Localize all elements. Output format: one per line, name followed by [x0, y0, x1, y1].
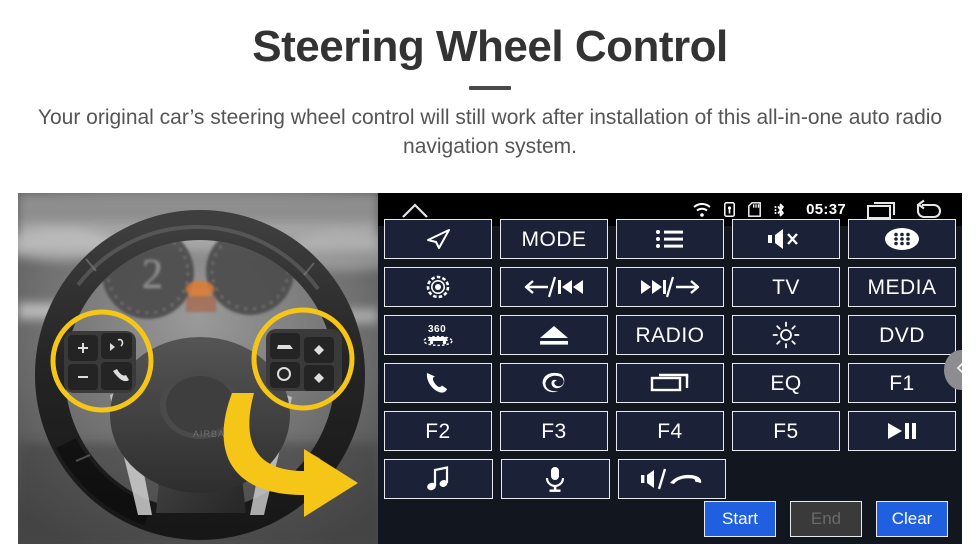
key-blank	[734, 459, 841, 499]
key-eq[interactable]: EQ	[732, 363, 840, 403]
microphone-icon	[543, 465, 567, 493]
svg-text:360: 360	[428, 324, 446, 335]
key-f3[interactable]: F3	[500, 411, 608, 451]
start-button[interactable]: Start	[704, 501, 776, 537]
window-icon	[649, 372, 691, 394]
swirl-icon	[539, 370, 569, 396]
key-f5[interactable]: F5	[732, 411, 840, 451]
key-label: F2	[425, 419, 451, 443]
brightness-icon	[772, 321, 800, 349]
play-pause-icon	[884, 420, 920, 442]
key-label: MODE	[521, 227, 587, 251]
key-radio[interactable]: RADIO	[616, 315, 724, 355]
key-media[interactable]: MEDIA	[848, 267, 956, 307]
end-button: End	[790, 501, 862, 537]
key-phone[interactable]	[384, 363, 492, 403]
next-track-forward-icon	[638, 276, 702, 298]
key-f2[interactable]: F2	[384, 411, 492, 451]
key-label: F4	[657, 419, 683, 443]
head-unit-panel: 05:37 MODE TV MEDIA 360 RADIO DVD EQ F1 …	[378, 193, 962, 544]
volume-hangup-icon	[639, 467, 705, 491]
key-f1[interactable]: F1	[848, 363, 956, 403]
key-swirl[interactable]	[500, 363, 608, 403]
recents-icon[interactable]	[865, 199, 899, 221]
list-icon	[655, 229, 685, 249]
swc-key-grid: MODE TV MEDIA 360 RADIO DVD EQ F1 F2 F3 …	[378, 219, 962, 507]
key-tv[interactable]: TV	[732, 267, 840, 307]
bluetooth-icon	[774, 202, 787, 218]
key-mute[interactable]	[732, 219, 840, 259]
wifi-icon	[693, 202, 711, 217]
key-apps[interactable]	[848, 219, 956, 259]
eject-icon	[537, 324, 571, 346]
usb-lock-icon	[724, 202, 736, 217]
home-icon[interactable]	[400, 200, 430, 220]
title-divider	[469, 86, 511, 91]
key-settings[interactable]	[384, 267, 492, 307]
music-note-icon	[424, 466, 452, 492]
key-blank	[849, 459, 956, 499]
header: Steering Wheel Control Your original car…	[0, 0, 980, 161]
action-bar: Start End Clear	[704, 501, 948, 537]
key-row: F2 F3 F4 F5	[384, 411, 956, 451]
key-volume-hangup[interactable]	[617, 459, 727, 499]
svg-text:2: 2	[142, 252, 163, 298]
key-row: 360 RADIO DVD	[384, 315, 956, 355]
key-camera-360[interactable]: 360	[384, 315, 492, 355]
key-list[interactable]	[616, 219, 724, 259]
key-row: EQ F1	[384, 363, 956, 403]
key-label: DVD	[879, 323, 925, 347]
settings-gear-icon	[425, 274, 451, 300]
key-mode[interactable]: MODE	[500, 219, 608, 259]
phone-icon	[423, 370, 453, 396]
key-label: RADIO	[635, 323, 705, 347]
key-row	[384, 459, 956, 499]
key-next-forward[interactable]	[616, 267, 724, 307]
key-play-pause[interactable]	[848, 411, 956, 451]
key-label: F3	[541, 419, 567, 443]
status-clock: 05:37	[806, 201, 846, 218]
key-row: TV MEDIA	[384, 267, 956, 307]
key-music[interactable]	[384, 459, 493, 499]
content-strip: 2 AIRBAG 05:37 MODE TV MEDIA 360 RADIO D…	[0, 193, 980, 544]
key-back-prev[interactable]	[500, 267, 608, 307]
key-f4[interactable]: F4	[616, 411, 724, 451]
key-window[interactable]	[616, 363, 724, 403]
back-icon[interactable]	[912, 199, 942, 221]
page-title: Steering Wheel Control	[252, 22, 728, 71]
key-dvd[interactable]: DVD	[848, 315, 956, 355]
steering-wheel-photo: 2 AIRBAG	[18, 193, 378, 544]
key-label: F1	[889, 371, 915, 395]
page-subtitle: Your original car’s steering wheel contr…	[37, 106, 943, 158]
chevron-left-icon	[955, 360, 962, 381]
mute-icon	[767, 228, 805, 250]
page-root: Steering Wheel Control Your original car…	[0, 0, 980, 544]
back-prev-track-icon	[522, 276, 586, 298]
key-navigation[interactable]	[384, 219, 492, 259]
key-eject[interactable]	[500, 315, 608, 355]
key-brightness[interactable]	[732, 315, 840, 355]
sd-card-icon	[748, 202, 762, 217]
key-label: F5	[773, 419, 799, 443]
camera-360-icon: 360	[420, 321, 456, 349]
key-voice[interactable]	[500, 459, 610, 499]
key-label: MEDIA	[867, 275, 937, 299]
key-label: TV	[772, 275, 800, 299]
apps-grid-icon	[883, 227, 921, 251]
key-row: MODE	[384, 219, 956, 259]
navigation-arrow-icon	[423, 227, 453, 251]
key-label: EQ	[770, 371, 802, 395]
clear-button[interactable]: Clear	[876, 501, 948, 537]
